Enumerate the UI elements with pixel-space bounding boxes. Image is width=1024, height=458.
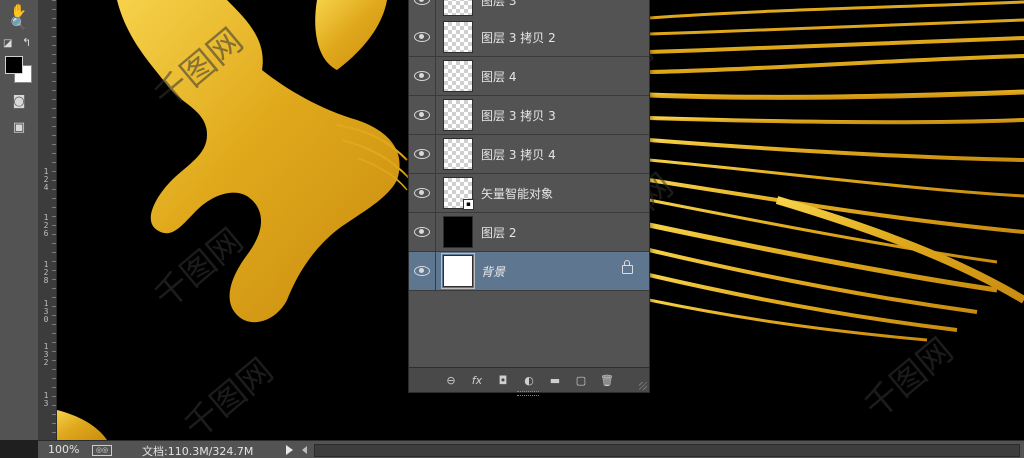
screen-mode-button[interactable]: ▣ (5, 116, 33, 138)
layer-thumbnail: ▪ (443, 177, 474, 210)
layer-thumbnail (443, 0, 473, 16)
eye-icon (414, 149, 430, 159)
add-mask-icon[interactable]: ◘ (495, 373, 511, 387)
eye-icon (414, 266, 430, 276)
ruler-label: 1 3 0 (43, 299, 49, 324)
horizontal-scrollbar[interactable] (314, 444, 1020, 457)
layer-thumbnail (443, 99, 473, 131)
quick-mask-icon: ◙ (12, 93, 26, 109)
eye-icon (414, 32, 430, 42)
visibility-toggle[interactable] (409, 18, 436, 56)
visibility-toggle[interactable] (409, 213, 436, 251)
layer-thumbnail (443, 21, 473, 53)
eye-icon (414, 188, 430, 198)
visibility-toggle[interactable] (409, 174, 436, 212)
new-layer-icon[interactable]: ▢ (573, 373, 589, 387)
smart-object-icon: ▪ (463, 199, 474, 210)
layer-name: 图层 3 (481, 0, 517, 8)
default-colors-icon[interactable]: ◪ (3, 38, 12, 49)
layer-row[interactable]: 图层 3 (409, 0, 649, 20)
fx-icon[interactable]: fx (469, 373, 485, 387)
gold-stroke-corner (57, 410, 107, 440)
document-size-info: 文档:110.3M/324.7M (142, 445, 254, 458)
ruler-label: 1 2 6 (43, 213, 49, 238)
layer-name: 图层 2 (481, 225, 517, 240)
tools-panel: ✋ 🔍 ◪ ↰ ◙ ▣ (0, 0, 39, 440)
layers-panel: 图层 3 图层 3 拷贝 2 图层 4 图层 3 拷贝 3 图层 3 拷贝 4 … (408, 0, 650, 396)
visibility-toggle[interactable] (409, 135, 436, 173)
proof-setup-icon[interactable]: ◎◎ (92, 445, 112, 456)
gold-stroke-top (315, 0, 387, 70)
zoom-icon: 🔍 (10, 16, 28, 32)
lock-icon (622, 260, 633, 274)
eye-icon (414, 110, 430, 120)
layer-name: 图层 4 (481, 69, 517, 84)
layer-name: 图层 3 拷贝 2 (481, 30, 556, 45)
zoom-tool-button[interactable]: 🔍 (5, 13, 33, 35)
visibility-toggle[interactable] (409, 96, 436, 134)
layer-name: 矢量智能对象 (481, 186, 554, 201)
layers-panel-footer: ⊖ fx ◘ ◐ ▬ ▢ 🗑 (409, 367, 649, 392)
layer-row-selected[interactable]: 背景 (409, 252, 649, 291)
layer-row[interactable]: 图层 4 (409, 57, 649, 96)
screen-mode-icon: ▣ (12, 119, 26, 135)
layer-thumbnail (443, 138, 473, 170)
vertical-ruler[interactable]: 1 2 4 1 2 6 1 2 8 1 3 0 1 3 2 1 3 (38, 0, 57, 440)
layer-row[interactable]: ▪ 矢量智能对象 (409, 174, 649, 213)
visibility-toggle[interactable] (409, 0, 436, 19)
link-layers-icon[interactable]: ⊖ (443, 373, 459, 387)
zoom-level[interactable]: 100% (48, 443, 79, 456)
panel-drag-handle[interactable] (517, 391, 539, 396)
new-group-icon[interactable]: ▬ (547, 373, 563, 387)
swap-colors-icon[interactable]: ↰ (22, 36, 31, 49)
visibility-toggle[interactable] (409, 252, 436, 290)
ruler-label: 1 3 2 (43, 342, 49, 367)
foreground-color-swatch[interactable] (5, 56, 23, 74)
ruler-label: 1 3 (43, 391, 49, 408)
eye-icon (414, 227, 430, 237)
layer-row[interactable]: 图层 3 拷贝 2 (409, 18, 649, 57)
watermark-text: 千图网 (857, 331, 961, 427)
layer-row[interactable]: 图层 2 (409, 213, 649, 252)
layer-thumbnail (443, 216, 473, 248)
ruler-label: 1 2 4 (43, 167, 49, 192)
quick-mask-button[interactable]: ◙ (5, 90, 33, 112)
visibility-toggle[interactable] (409, 57, 436, 95)
watermark-text: 千图网 (177, 351, 281, 440)
eye-icon (414, 0, 430, 5)
adjustment-layer-icon[interactable]: ◐ (521, 373, 537, 387)
layer-row[interactable]: 图层 3 拷贝 4 (409, 135, 649, 174)
status-bar: 100% ◎◎ 文档:110.3M/324.7M (38, 440, 1024, 458)
delete-layer-icon[interactable]: 🗑 (599, 373, 615, 387)
layer-thumbnail (441, 253, 475, 289)
gold-lines (648, 0, 1024, 342)
ruler-label: 1 2 8 (43, 260, 49, 285)
eye-icon (414, 71, 430, 81)
status-menu-arrow-icon[interactable] (286, 445, 293, 455)
layer-name: 图层 3 拷贝 4 (481, 147, 556, 162)
photoshop-window: ✋ 🔍 ◪ ↰ ◙ ▣ 1 2 4 1 2 6 1 2 8 1 3 0 1 3 … (0, 0, 1024, 458)
layer-thumbnail (443, 60, 473, 92)
resize-grip-icon[interactable] (639, 382, 647, 390)
layer-name: 图层 3 拷贝 3 (481, 108, 556, 123)
scroll-left-icon[interactable] (302, 446, 307, 454)
layer-name: 背景 (481, 264, 506, 279)
layer-row[interactable]: 图层 3 拷贝 3 (409, 96, 649, 135)
